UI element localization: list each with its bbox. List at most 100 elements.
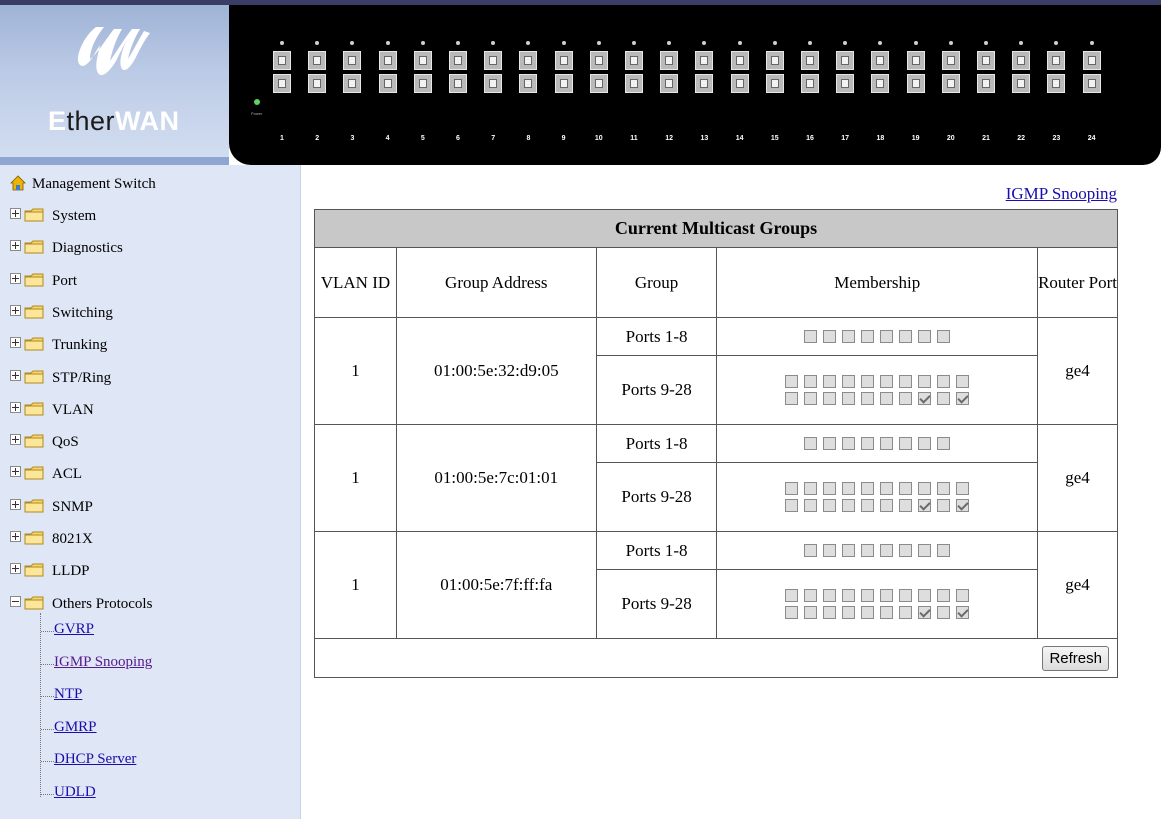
checkbox-row	[717, 542, 1037, 559]
port-number: 6	[456, 135, 460, 142]
port-led-icon	[808, 41, 812, 45]
sidebar-item-label: STP/Ring	[52, 369, 112, 386]
header: EtherWAN Power 1 2 3 4 5 6 7 8 9 10 11 12 13 14 15 16 17…	[0, 0, 1161, 165]
sidebar-item[interactable]: VLAN	[10, 401, 94, 424]
port-led-icon	[420, 41, 425, 45]
collapse-icon[interactable]	[10, 595, 21, 607]
sidebar-item[interactable]: 8021X	[10, 531, 93, 553]
sidebar-link[interactable]: UDLD	[54, 784, 96, 800]
sidebar-child-item: GMRP	[54, 719, 97, 741]
sidebar-item[interactable]: Port	[10, 272, 77, 295]
router-port-cell: ge4	[1037, 424, 1118, 532]
port-led-icon	[280, 41, 284, 45]
sidebar-item[interactable]: Switching	[10, 304, 113, 327]
sidebar-item[interactable]: Diagnostics	[10, 240, 123, 262]
group-cell: Ports 1-8	[595, 424, 718, 463]
port-jack-icon	[589, 74, 608, 93]
expand-icon[interactable]	[10, 531, 21, 542]
port-jack-icon	[977, 74, 995, 93]
expand-icon[interactable]	[10, 304, 21, 316]
sidebar-item[interactable]: ACL	[10, 466, 82, 488]
checkbox-row	[717, 604, 1037, 621]
table-row: 1 01:00:5e:7c:01:01 Ports 1-8 ge4	[314, 424, 1118, 532]
table-title: Current Multicast Groups	[314, 209, 1118, 248]
port-jack-icon	[941, 74, 960, 93]
port-member-checkbox	[956, 499, 970, 512]
port-number: 20	[946, 135, 955, 142]
port-member-checkbox	[861, 544, 875, 557]
port-member-checkbox	[804, 482, 818, 495]
vlan-id-cell: 1	[314, 317, 397, 425]
sidebar-item-label: Others Protocols	[52, 595, 153, 612]
port-led-icon	[948, 41, 953, 45]
port-jack-icon	[1082, 51, 1101, 70]
refresh-button[interactable]: Refresh	[1042, 645, 1109, 671]
port-jack-icon	[413, 51, 432, 70]
port-jack-icon	[449, 51, 467, 70]
port-member-checkbox	[823, 544, 837, 557]
sidebar-item-label: LLDP	[52, 563, 90, 580]
tree-root[interactable]: Management Switch	[10, 175, 156, 193]
sidebar-item-label: ACL	[52, 466, 82, 483]
sidebar-link[interactable]: IGMP Snooping	[54, 654, 152, 670]
group-cell: Ports 9-28	[595, 569, 718, 639]
sidebar-link[interactable]: GMRP	[54, 719, 97, 735]
port-member-checkbox	[842, 330, 856, 343]
expand-icon[interactable]	[10, 498, 21, 510]
port-member-checkbox	[899, 437, 913, 450]
port-number: 5	[420, 135, 425, 142]
port-jack-icon	[625, 74, 643, 93]
port-member-checkbox	[804, 330, 818, 343]
sidebar-item[interactable]: STP/Ring	[10, 369, 112, 392]
sidebar-item[interactable]: Others Protocols	[10, 595, 153, 618]
port-jack-icon	[308, 51, 327, 70]
port-member-checkbox	[823, 606, 837, 619]
port-jack-icon	[519, 74, 538, 93]
igmp-snooping-link[interactable]: IGMP Snooping	[1006, 184, 1117, 204]
folder-icon	[24, 499, 44, 513]
port-number: 2	[315, 135, 320, 142]
expand-icon[interactable]	[10, 208, 21, 219]
port-jack-icon	[871, 51, 890, 70]
expand-icon[interactable]	[10, 401, 21, 413]
sidebar-link[interactable]: DHCP Server	[54, 751, 136, 767]
port-member-checkbox	[804, 606, 818, 619]
port-member-checkbox	[861, 392, 875, 405]
port-jack-icon	[941, 51, 960, 70]
port-member-checkbox	[842, 392, 856, 405]
expand-icon[interactable]	[10, 337, 21, 349]
port-member-checkbox	[785, 589, 799, 602]
expand-icon[interactable]	[10, 240, 21, 252]
sidebar-item[interactable]: SNMP	[10, 498, 93, 521]
port-member-checkbox	[937, 589, 951, 602]
port-jack-icon	[660, 51, 679, 70]
port-member-checkbox	[880, 392, 894, 405]
port-member-checkbox	[785, 375, 799, 388]
sidebar-link[interactable]: GVRP	[54, 621, 94, 637]
table-row: 1 01:00:5e:32:d9:05 Ports 1-8 ge4	[314, 317, 1118, 425]
port-member-checkbox	[956, 589, 970, 602]
port-member-checkbox	[899, 606, 913, 619]
port-number: 16	[806, 135, 814, 142]
port-led-icon	[1054, 41, 1059, 45]
folder-icon	[24, 466, 44, 480]
port-led-icon	[315, 41, 320, 45]
port-number: 10	[594, 135, 603, 142]
expand-icon[interactable]	[10, 563, 21, 575]
port-number: 7	[491, 135, 496, 142]
port-jack-icon	[836, 74, 855, 93]
sidebar-item[interactable]: QoS	[10, 434, 79, 456]
expand-icon[interactable]	[10, 466, 21, 478]
sidebar-item[interactable]: LLDP	[10, 563, 90, 585]
port-jack-icon	[801, 51, 819, 70]
sidebar-item[interactable]: System	[10, 208, 96, 230]
sidebar-item[interactable]: Trunking	[10, 337, 107, 359]
folder-icon	[24, 563, 44, 577]
expand-icon[interactable]	[10, 434, 21, 446]
power-label: Power	[251, 111, 263, 116]
sidebar-link[interactable]: NTP	[54, 686, 82, 702]
expand-icon[interactable]	[10, 272, 21, 284]
expand-icon[interactable]	[10, 369, 21, 381]
port-led-icon	[561, 41, 566, 45]
group-address-cell: 01:00:5e:7f:ff:fa	[395, 531, 597, 639]
